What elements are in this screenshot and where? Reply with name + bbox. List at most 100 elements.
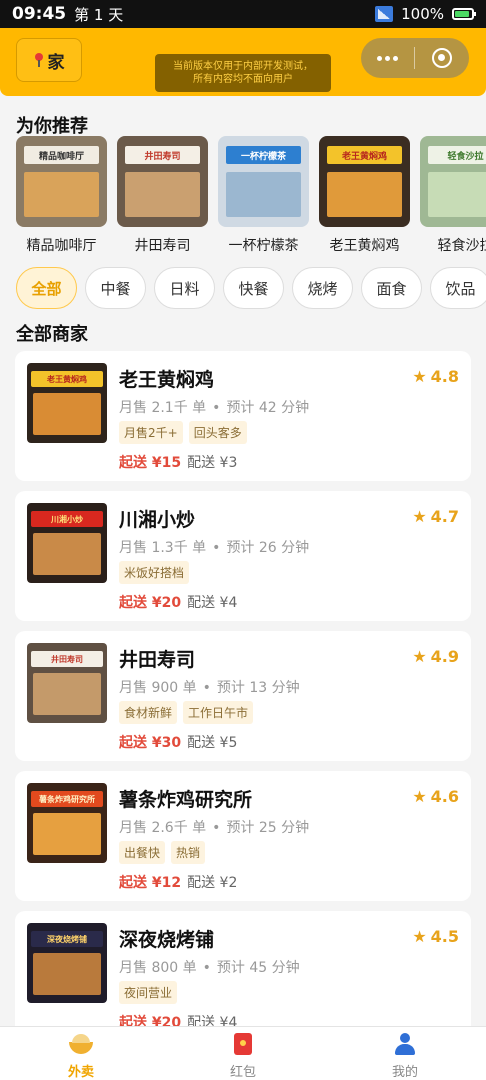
user-icon <box>392 1031 418 1055</box>
monthly-sales: 月售 800 单 <box>119 960 197 976</box>
store-thumbnail: 一杯柠檬茶 <box>218 136 309 227</box>
monthly-sales: 月售 1.3千 单 <box>119 540 207 556</box>
merchant-fees: 起送 ¥20 配送 ¥4 <box>119 592 237 612</box>
merchant-tag: 回头客多 <box>188 421 247 444</box>
star-icon: ★ <box>412 787 427 806</box>
status-bar: 09:45 第 1 天 100% <box>0 0 486 28</box>
red-envelope-icon <box>230 1031 256 1055</box>
merchant-card[interactable]: 川湘小炒 川湘小炒 ★ 4.7 月售 1.3千 单 • 预计 26 分钟米饭好搭档起送 ¥2… <box>15 491 471 621</box>
store-thumbnail: 井田寿司 <box>117 136 208 227</box>
category-chip[interactable]: 日料 <box>154 267 215 309</box>
store-thumbnail: 精品咖啡厅 <box>16 136 107 227</box>
recommend-item[interactable]: 精品咖啡厅 精品咖啡厅 <box>16 136 107 256</box>
merchant-fees: 起送 ¥30 配送 ¥5 <box>119 732 237 752</box>
store-window <box>428 172 486 217</box>
merchant-tags: 夜间营业 <box>119 981 178 1004</box>
merchant-stats: 月售 800 单 • 预计 45 分钟 <box>119 957 300 977</box>
tab-1[interactable]: 红包 <box>162 1027 324 1080</box>
close-miniapp-icon[interactable] <box>415 48 469 68</box>
star-icon: ★ <box>412 927 427 946</box>
signal-icon <box>375 6 394 22</box>
merchant-rating: ★ 4.6 <box>412 787 459 806</box>
tab-label: 红包 <box>229 1065 256 1080</box>
delivery-eta: 预计 45 分钟 <box>216 960 300 976</box>
merchant-rating: ★ 4.9 <box>412 647 459 666</box>
tab-2[interactable]: 我的 <box>324 1027 486 1080</box>
store-thumbnail: 老王黄焖鸡 <box>319 136 410 227</box>
merchant-stats: 月售 2.1千 单 • 预计 42 分钟 <box>119 397 309 417</box>
recommend-item[interactable]: 井田寿司 井田寿司 <box>117 136 208 256</box>
store-thumbnail: 轻食沙拉 <box>420 136 486 227</box>
location-button[interactable]: 家 <box>16 38 82 82</box>
category-chip[interactable]: 烧烤 <box>292 267 353 309</box>
status-date: 第 1 天 <box>74 5 124 24</box>
recommend-item[interactable]: 轻食沙拉轻食沙拉 <box>420 136 486 256</box>
recommend-item[interactable]: 一杯柠檬茶 一杯柠檬茶 <box>218 136 309 256</box>
merchant-tags: 出餐快 热销 <box>119 841 206 864</box>
merchant-tag: 月售2千+ <box>119 421 183 444</box>
store-sign: 轻食沙拉 <box>428 146 486 164</box>
merchant-rating: ★ 4.8 <box>412 367 459 386</box>
recommend-title: 为你推荐 <box>16 116 88 137</box>
category-chips: 全部 中餐 日料 快餐 烧烤 面食 饮品 <box>16 267 486 311</box>
min-order: 起送 ¥12 <box>119 875 182 891</box>
merchant-tag: 出餐快 <box>119 841 166 864</box>
merchant-name: 川湘小炒 <box>119 509 196 531</box>
merchant-tag: 米饭好搭档 <box>119 561 190 584</box>
rating-value: 4.6 <box>430 787 459 806</box>
more-menu-icon[interactable] <box>361 55 414 61</box>
rating-value: 4.9 <box>430 647 459 666</box>
category-chip[interactable]: 快餐 <box>223 267 284 309</box>
merchant-window <box>33 533 101 575</box>
recommend-row: 精品咖啡厅 精品咖啡厅 井田寿司 井田寿司 一杯柠檬茶 一杯柠檬茶 老王黄焖鸡 老王黄焖鸡 轻食… <box>16 136 486 256</box>
store-sign: 井田寿司 <box>125 146 200 164</box>
status-right: 100% <box>375 5 476 23</box>
monthly-sales: 月售 2.6千 单 <box>119 820 207 836</box>
separator-dot: • <box>212 540 221 556</box>
separator-dot: • <box>202 960 211 976</box>
category-chip[interactable]: 饮品 <box>430 267 486 309</box>
merchant-stats: 月售 900 单 • 预计 13 分钟 <box>119 677 300 697</box>
category-chip[interactable]: 全部 <box>16 267 77 309</box>
merchant-card[interactable]: 薯条炸鸡研究所 薯条炸鸡研究所 ★ 4.6 月售 2.6千 单 • 预计 25 分钟 出餐快热… <box>15 771 471 901</box>
delivery-eta: 预计 13 分钟 <box>216 680 300 696</box>
delivery-fee: 配送 ¥2 <box>187 875 238 891</box>
merchant-card[interactable]: 深夜烧烤铺 深夜烧烤铺 ★ 4.5 月售 800 单 • 预计 45 分钟 夜间营业 起送 ¥2… <box>15 911 471 1041</box>
recommend-item-name: 轻食沙拉 <box>437 238 486 254</box>
merchant-card[interactable]: 井田寿司 井田寿司 ★ 4.9 月售 900 单 • 预计 13 分钟 食材新鲜 工作日午市 起送… <box>15 631 471 761</box>
merchant-photo: 井田寿司 <box>27 643 107 723</box>
store-sign: 老王黄焖鸡 <box>327 146 402 164</box>
tab-0[interactable]: 外卖 <box>0 1027 162 1080</box>
dev-notice-banner: 当前版本仅用于内部开发测试， 所有内容均不面向用户 <box>155 54 331 92</box>
merchant-photo: 川湘小炒 <box>27 503 107 583</box>
category-chip[interactable]: 中餐 <box>85 267 146 309</box>
merchant-window <box>33 953 101 995</box>
bowl-icon <box>68 1031 94 1055</box>
merchant-tag: 食材新鲜 <box>119 701 178 724</box>
category-chip[interactable]: 面食 <box>361 267 422 309</box>
merchant-sign: 深夜烧烤铺 <box>31 931 103 947</box>
status-time: 09:45 <box>12 4 67 24</box>
tab-label: 我的 <box>391 1065 418 1080</box>
delivery-fee: 配送 ¥5 <box>187 735 238 751</box>
merchant-list: 老王黄焖鸡 老王黄焖鸡 ★ 4.8 月售 2.1千 单 • 预计 42 分钟 月售2千+ 回头客… <box>15 351 471 1051</box>
merchant-stats: 月售 2.6千 单 • 预计 25 分钟 <box>119 817 309 837</box>
notice-line-2: 所有内容均不面向用户 <box>193 74 293 85</box>
store-window <box>125 172 200 217</box>
merchant-sign: 川湘小炒 <box>31 511 103 527</box>
star-icon: ★ <box>412 367 427 386</box>
store-window <box>327 172 402 217</box>
merchant-photo: 深夜烧烤铺 <box>27 923 107 1003</box>
min-order: 起送 ¥30 <box>119 735 182 751</box>
merchant-tag: 夜间营业 <box>119 981 178 1004</box>
delivery-fee: 配送 ¥3 <box>187 455 238 471</box>
min-order: 起送 ¥15 <box>119 455 182 471</box>
merchant-name: 薯条炸鸡研究所 <box>119 789 253 811</box>
merchant-rating: ★ 4.7 <box>412 507 459 526</box>
recommend-item[interactable]: 老王黄焖鸡 老王黄焖鸡 <box>319 136 410 256</box>
rating-value: 4.5 <box>430 927 459 946</box>
merchant-card[interactable]: 老王黄焖鸡 老王黄焖鸡 ★ 4.8 月售 2.1千 单 • 预计 42 分钟 月售2千+ 回头客… <box>15 351 471 481</box>
recommend-item-name: 一杯柠檬茶 <box>228 238 299 254</box>
delivery-eta: 预计 26 分钟 <box>226 540 310 556</box>
merchant-tag: 工作日午市 <box>183 701 254 724</box>
